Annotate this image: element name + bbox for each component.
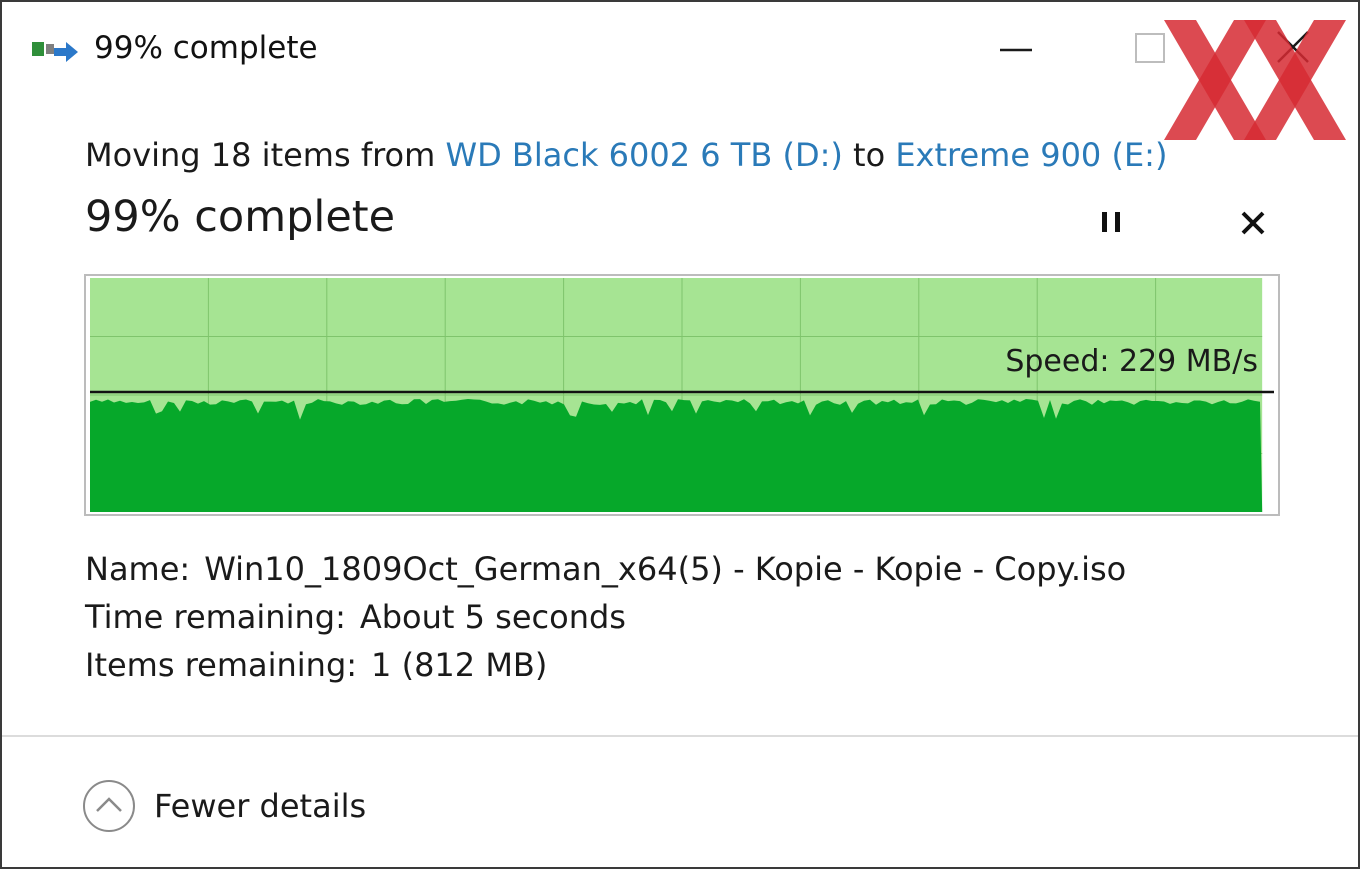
destination-drive-link[interactable]: Extreme 900 (E:)	[895, 136, 1167, 174]
detail-time-value: About 5 seconds	[359, 598, 626, 636]
window-title: 99% complete	[94, 30, 318, 66]
transfer-joiner: to	[853, 136, 886, 174]
fewer-details-label: Fewer details	[154, 787, 367, 825]
detail-items-key: Items remaining:	[85, 646, 358, 684]
speed-label: Speed: 229 MB/s	[1005, 344, 1258, 379]
source-drive-link[interactable]: WD Black 6002 6 TB (D:)	[445, 136, 842, 174]
xx-logo	[1162, 16, 1348, 144]
detail-name-value: Win10_1809Oct_German_x64(5) - Kopie - Ko…	[204, 550, 1127, 588]
pause-button[interactable]	[1088, 200, 1136, 246]
speed-graph-canvas	[90, 278, 1274, 512]
cancel-icon	[1241, 211, 1265, 235]
detail-time-row: Time remaining: About 5 seconds	[85, 598, 626, 636]
minimize-button[interactable]	[986, 24, 1046, 74]
transfer-action-prefix: Moving 18 items from	[85, 136, 436, 174]
file-transfer-icon	[30, 36, 80, 66]
pause-icon	[1102, 212, 1120, 232]
transfer-speed-graph: Speed: 229 MB/s	[84, 274, 1280, 516]
transfer-description: Moving 18 items from WD Black 6002 6 TB …	[85, 136, 1167, 174]
title-bar[interactable]: 99% complete	[2, 2, 1358, 98]
detail-items-row: Items remaining: 1 (812 MB)	[85, 646, 547, 684]
chevron-up-icon	[83, 780, 135, 832]
detail-name-row: Name: Win10_1809Oct_German_x64(5) - Kopie…	[85, 550, 1126, 588]
detail-name-key: Name:	[85, 550, 191, 588]
file-transfer-dialog: 99% complete Moving 18 items from WD Bla…	[0, 0, 1360, 869]
minimize-icon	[1000, 48, 1032, 52]
detail-items-value: 1 (812 MB)	[371, 646, 548, 684]
cancel-button[interactable]	[1228, 200, 1276, 246]
fewer-details-button[interactable]: Fewer details	[82, 778, 366, 834]
speed-area	[90, 398, 1263, 512]
detail-time-key: Time remaining:	[85, 598, 346, 636]
progress-percent-heading: 99% complete	[85, 192, 396, 242]
